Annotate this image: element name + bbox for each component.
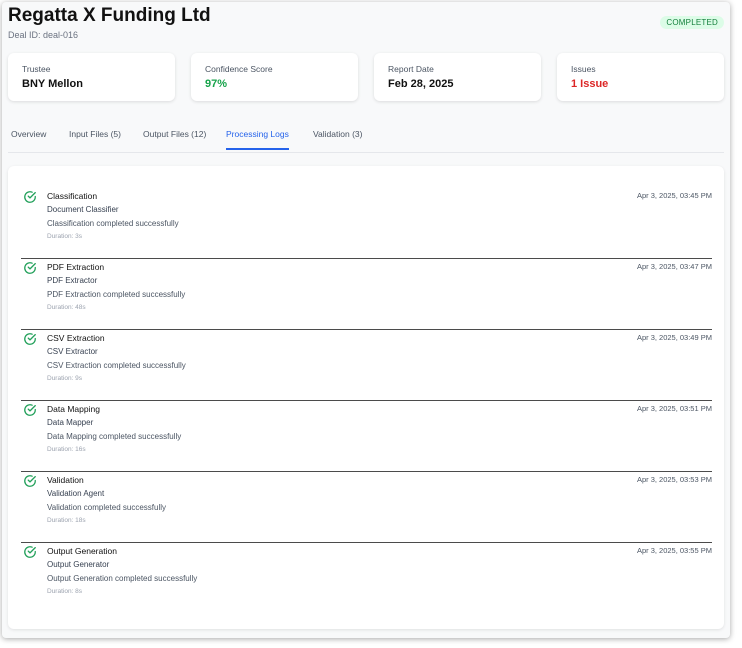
log-step-name: Data Mapping	[47, 404, 100, 414]
log-step-name: PDF Extraction	[47, 262, 105, 272]
tab-validation[interactable]: Validation (3)	[313, 129, 362, 148]
log-message: Output Generation completed successfully	[47, 574, 198, 583]
confidence-score-card: Confidence Score 97%	[191, 53, 358, 101]
check-circle-icon	[24, 546, 36, 558]
report-date-card: Report Date Feb 28, 2025	[374, 53, 541, 101]
issues-card[interactable]: Issues 1 Issue	[557, 53, 724, 101]
log-timestamp: Apr 3, 2025, 03:53 PM	[636, 475, 712, 484]
confidence-score-label: Confidence Score	[205, 64, 273, 74]
tab-input-files[interactable]: Input Files (5)	[69, 129, 121, 148]
trustee-value: BNY Mellon	[22, 78, 83, 90]
log-duration: Duration: 3s	[47, 233, 83, 240]
log-step-name: Classification	[47, 191, 98, 201]
log-message: PDF Extraction completed successfully	[47, 290, 186, 299]
tab-processing-logs[interactable]: Processing Logs	[226, 129, 289, 150]
check-circle-icon	[24, 404, 36, 416]
log-agent-name: Document Classifier	[47, 205, 119, 214]
deal-id: Deal ID: deal-016	[8, 30, 79, 40]
issues-value: 1 Issue	[571, 78, 609, 90]
check-circle-icon	[24, 191, 36, 203]
deal-header: Regatta X Funding Ltd Deal ID: deal-016 …	[8, 5, 724, 45]
check-circle-icon	[24, 333, 36, 345]
log-message: CSV Extraction completed successfully	[47, 361, 186, 370]
log-message: Classification completed successfully	[47, 219, 179, 228]
log-timestamp: Apr 3, 2025, 03:49 PM	[636, 333, 712, 342]
log-timestamp: Apr 3, 2025, 03:47 PM	[636, 262, 712, 271]
log-duration: Duration: 9s	[47, 375, 83, 382]
check-circle-icon	[24, 475, 36, 487]
log-entry: Output Generation Output Generator Outpu…	[21, 542, 712, 613]
log-step-name: Output Generation	[47, 546, 117, 556]
log-duration: Duration: 8s	[47, 588, 83, 595]
log-step-name: Validation	[47, 475, 84, 485]
tab-overview[interactable]: Overview	[11, 129, 46, 148]
log-agent-name: Data Mapper	[47, 418, 94, 427]
status-badge: COMPLETED	[660, 16, 724, 29]
page-title: Regatta X Funding Ltd	[8, 5, 211, 26]
deal-detail-window: Regatta X Funding Ltd Deal ID: deal-016 …	[2, 2, 730, 638]
log-entry: Data Mapping Data Mapper Data Mapping co…	[21, 400, 712, 472]
tab-output-files[interactable]: Output Files (12)	[143, 129, 206, 148]
log-timestamp: Apr 3, 2025, 03:55 PM	[636, 546, 712, 555]
trustee-card: Trustee BNY Mellon	[8, 53, 175, 101]
summary-cards: Trustee BNY Mellon Confidence Score 97% …	[8, 53, 724, 101]
report-date-value: Feb 28, 2025	[388, 78, 454, 90]
trustee-label: Trustee	[22, 64, 51, 74]
log-agent-name: PDF Extractor	[47, 276, 98, 285]
check-circle-icon	[24, 262, 36, 274]
tab-bar: Overview Input Files (5) Output Files (1…	[8, 122, 724, 153]
log-step-name: CSV Extraction	[47, 333, 105, 343]
log-duration: Duration: 48s	[47, 304, 86, 311]
log-entry: PDF Extraction PDF Extractor PDF Extract…	[21, 258, 712, 330]
log-message: Validation completed successfully	[47, 503, 167, 512]
log-entry: CSV Extraction CSV Extractor CSV Extract…	[21, 329, 712, 401]
log-agent-name: CSV Extractor	[47, 347, 98, 356]
log-entry: Validation Validation Agent Validation c…	[21, 471, 712, 543]
log-timestamp: Apr 3, 2025, 03:51 PM	[636, 404, 712, 413]
log-agent-name: Validation Agent	[47, 489, 105, 498]
log-duration: Duration: 16s	[47, 446, 86, 453]
confidence-score-value: 97%	[205, 78, 228, 90]
log-agent-name: Output Generator	[47, 560, 110, 569]
report-date-label: Report Date	[388, 64, 434, 74]
issues-label: Issues	[571, 64, 596, 74]
processing-logs-panel: Classification Document Classifier Class…	[8, 166, 724, 629]
log-timestamp: Apr 3, 2025, 03:45 PM	[636, 191, 712, 200]
log-message: Data Mapping completed successfully	[47, 432, 182, 441]
log-entry: Classification Document Classifier Class…	[21, 187, 712, 259]
log-duration: Duration: 18s	[47, 517, 86, 524]
